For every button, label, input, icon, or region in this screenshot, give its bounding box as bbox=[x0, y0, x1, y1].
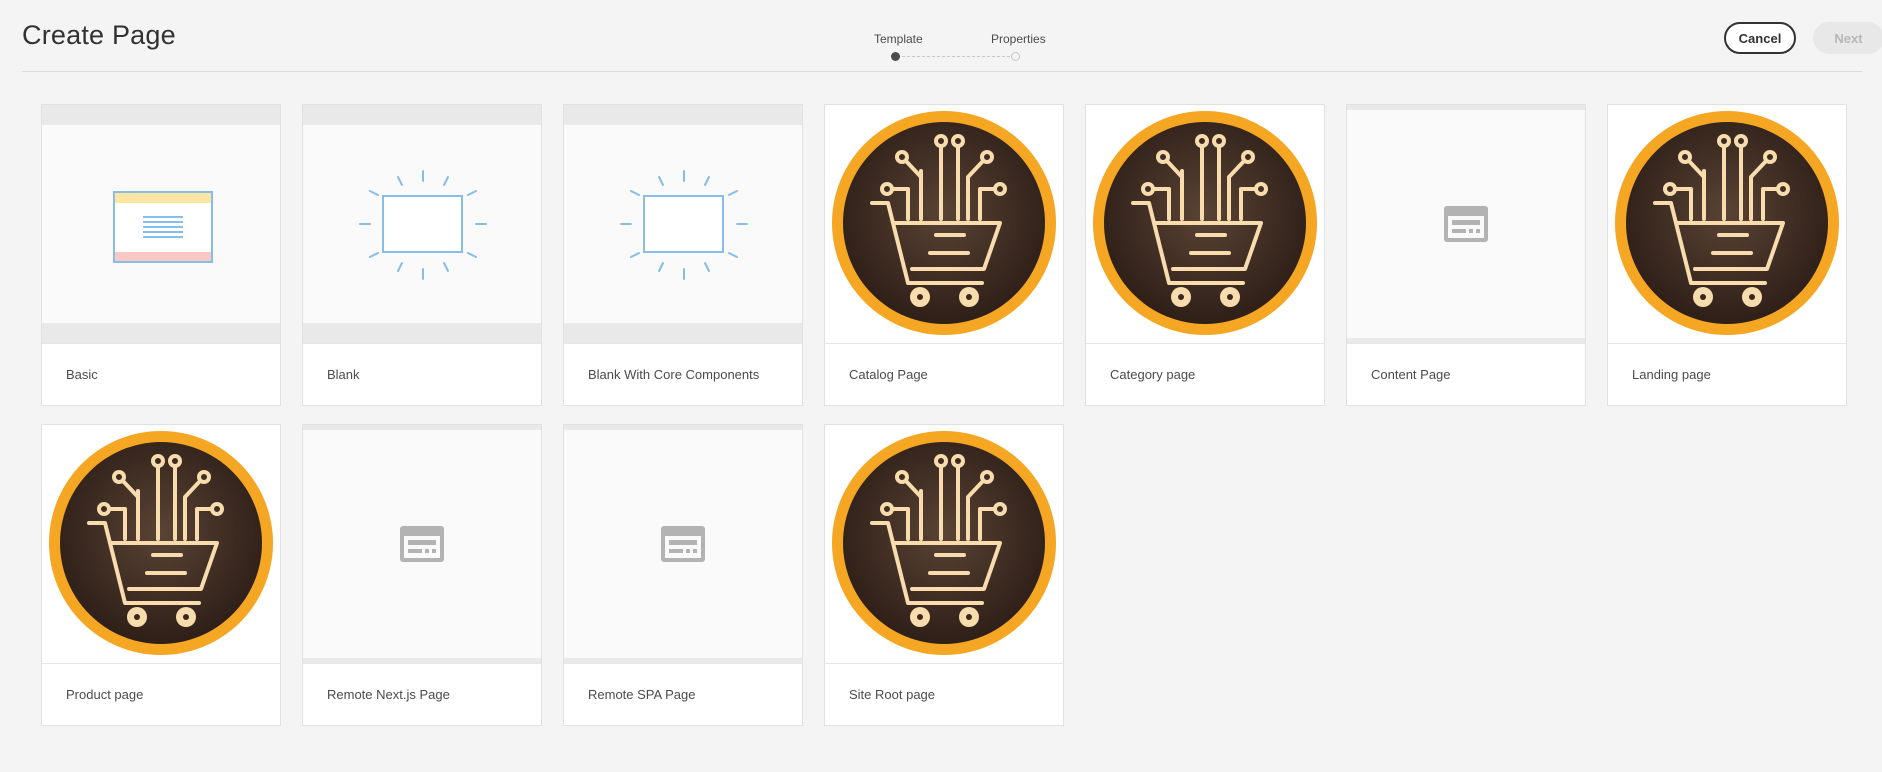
page-title: Create Page bbox=[22, 20, 176, 50]
cancel-button[interactable]: Cancel bbox=[1724, 22, 1796, 54]
template-thumbnail bbox=[303, 425, 541, 663]
blank-template-icon bbox=[619, 169, 749, 281]
header: Create Page Template Properties Cancel N… bbox=[22, 0, 1882, 72]
template-label: Catalog Page bbox=[849, 367, 928, 382]
step-dot-active bbox=[891, 52, 900, 61]
template-thumbnail bbox=[1347, 105, 1585, 343]
wizard-steps: Template Properties bbox=[852, 30, 1052, 64]
template-card-site-root[interactable]: Site Root page bbox=[824, 424, 1064, 726]
shopping-cart-icon bbox=[832, 431, 1056, 655]
template-label: Category page bbox=[1110, 367, 1196, 382]
template-label: Product page bbox=[66, 687, 144, 702]
template-label: Blank With Core Components bbox=[588, 367, 760, 382]
template-card-remote-nextjs[interactable]: Remote Next.js Page bbox=[302, 424, 542, 726]
step-properties-label: Properties bbox=[991, 32, 1046, 46]
template-card-basic[interactable]: Basic bbox=[41, 104, 281, 406]
template-card-remote-spa[interactable]: Remote SPA Page bbox=[563, 424, 803, 726]
template-card-landing[interactable]: Landing page bbox=[1607, 104, 1847, 406]
shopping-cart-icon bbox=[1615, 111, 1839, 335]
step-track bbox=[902, 56, 1010, 57]
shopping-cart-icon bbox=[1093, 111, 1317, 335]
template-label: Basic bbox=[66, 367, 98, 382]
template-label: Landing page bbox=[1632, 367, 1711, 382]
template-card-blank-core[interactable]: Blank With Core Components bbox=[563, 104, 803, 406]
template-thumbnail bbox=[825, 105, 1063, 343]
template-thumbnail bbox=[1608, 105, 1846, 343]
step-template-label: Template bbox=[874, 32, 923, 46]
page-placeholder-icon bbox=[661, 526, 705, 562]
template-grid: Basic Blank Blank With Core Components C… bbox=[41, 104, 1847, 726]
template-label: Remote Next.js Page bbox=[327, 687, 450, 702]
template-card-category[interactable]: Category page bbox=[1085, 104, 1325, 406]
blank-template-icon bbox=[358, 169, 488, 281]
shopping-cart-icon bbox=[832, 111, 1056, 335]
page-placeholder-icon bbox=[1444, 206, 1488, 242]
template-thumbnail bbox=[564, 105, 802, 343]
template-label: Site Root page bbox=[849, 687, 936, 702]
template-label: Content Page bbox=[1371, 367, 1451, 382]
template-label: Remote SPA Page bbox=[588, 687, 696, 702]
template-card-product[interactable]: Product page bbox=[41, 424, 281, 726]
template-card-content[interactable]: Content Page bbox=[1346, 104, 1586, 406]
shopping-cart-icon bbox=[49, 431, 273, 655]
template-thumbnail bbox=[42, 425, 280, 663]
template-thumbnail bbox=[564, 425, 802, 663]
page-placeholder-icon bbox=[400, 526, 444, 562]
template-card-blank[interactable]: Blank bbox=[302, 104, 542, 406]
template-thumbnail bbox=[42, 105, 280, 343]
basic-template-icon bbox=[113, 191, 213, 263]
template-thumbnail bbox=[825, 425, 1063, 663]
step-dot-inactive bbox=[1011, 52, 1020, 61]
next-button[interactable]: Next bbox=[1813, 22, 1882, 54]
template-thumbnail bbox=[1086, 105, 1324, 343]
template-label: Blank bbox=[327, 367, 360, 382]
template-card-catalog[interactable]: Catalog Page bbox=[824, 104, 1064, 406]
template-thumbnail bbox=[303, 105, 541, 343]
